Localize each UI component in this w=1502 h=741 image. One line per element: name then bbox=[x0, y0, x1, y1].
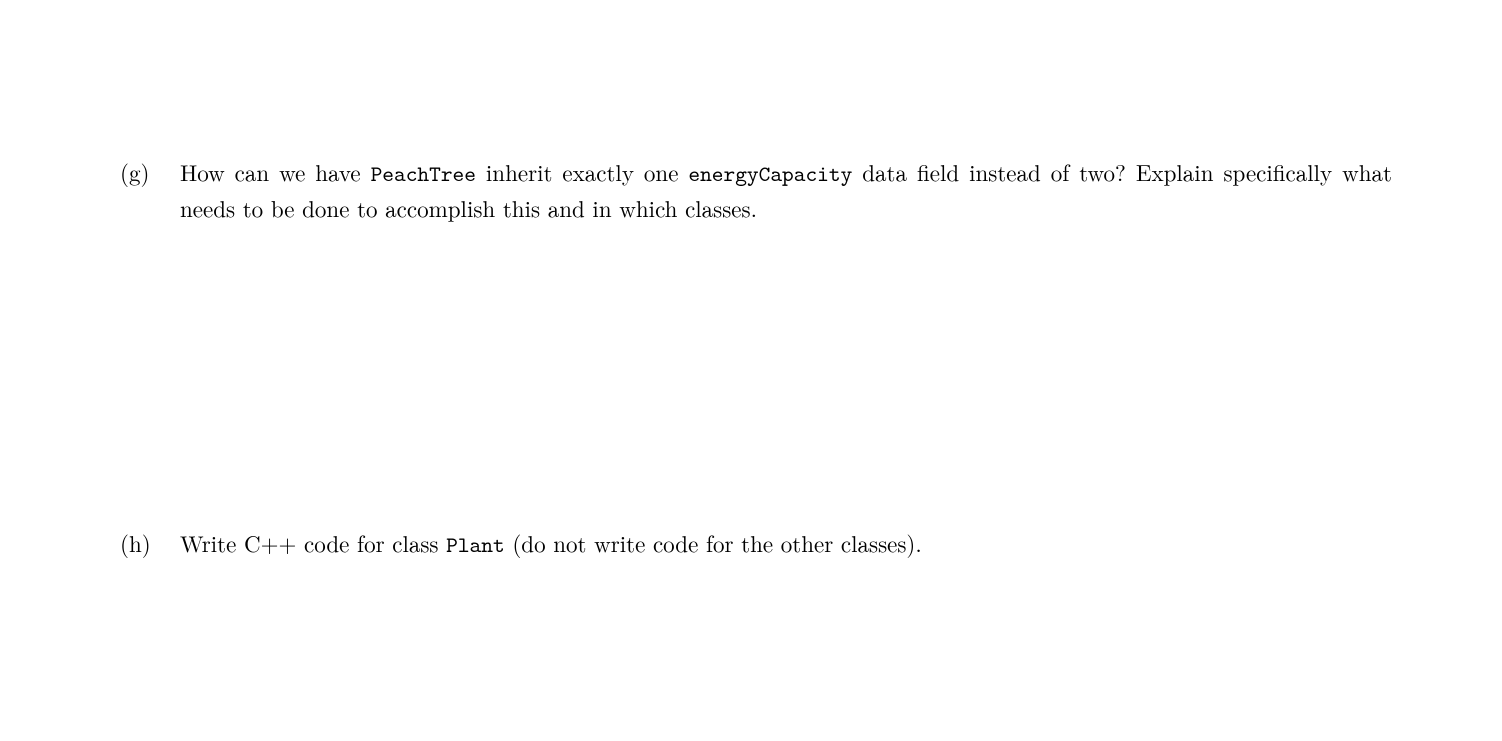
question-h: (h) Write C++ code for class Plant (do n… bbox=[120, 526, 1392, 562]
question-h-text-1: Write C++ code for class bbox=[180, 526, 446, 559]
question-g-text-1: How can we have bbox=[180, 155, 371, 188]
question-g: (g) How can we have PeachTree inherit ex… bbox=[120, 155, 1392, 226]
question-g-content: How can we have PeachTree inherit exactl… bbox=[180, 155, 1392, 226]
question-h-text-2: (do not write code for the other classes… bbox=[505, 526, 922, 559]
code-energycapacity: energyCapacity bbox=[688, 159, 852, 189]
question-g-text-2: inherit exactly one bbox=[476, 155, 688, 188]
question-h-content: Write C++ code for class Plant (do not w… bbox=[180, 526, 1392, 562]
question-g-label: (g) bbox=[120, 155, 180, 190]
question-h-label: (h) bbox=[120, 526, 180, 561]
code-plant: Plant bbox=[446, 530, 505, 560]
code-peachtree: PeachTree bbox=[371, 159, 476, 189]
